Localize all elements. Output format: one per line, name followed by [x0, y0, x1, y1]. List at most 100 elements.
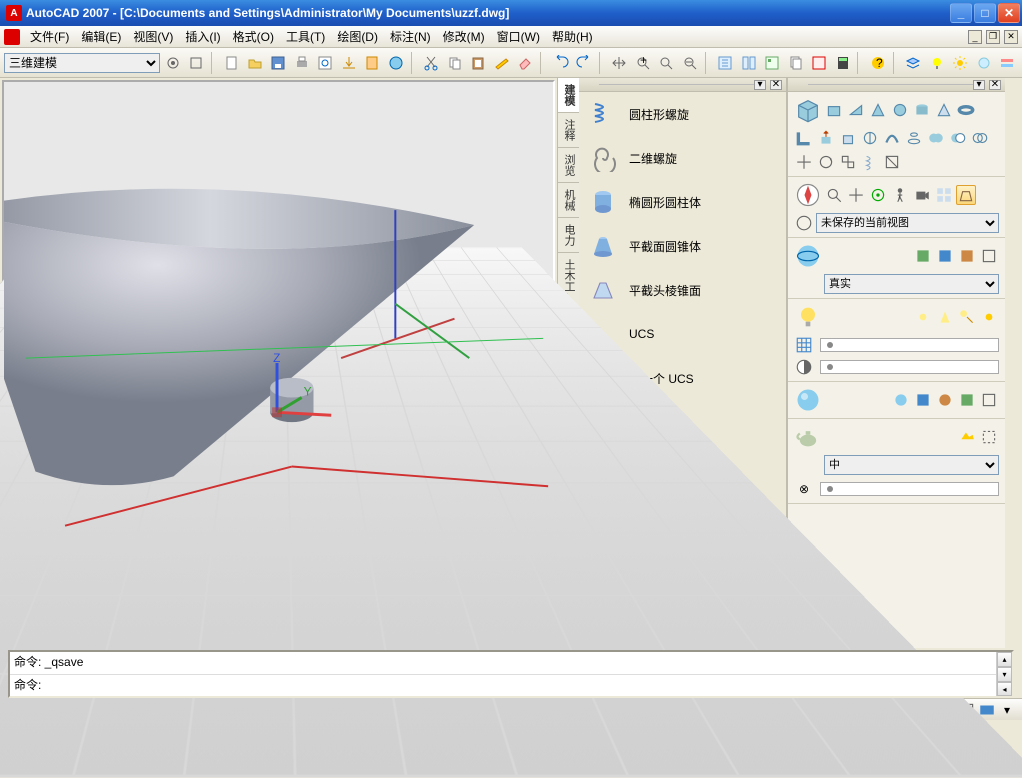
menu-help[interactable]: 帮助(H) [546, 26, 599, 47]
zoom-window-icon[interactable] [656, 52, 677, 74]
properties-icon[interactable] [714, 52, 735, 74]
paste-icon[interactable] [467, 52, 488, 74]
copy-icon[interactable] [444, 52, 465, 74]
command-scrollbar[interactable]: ▴▾◂ [996, 652, 1012, 696]
sheet-icon[interactable] [362, 52, 383, 74]
brightness-slider[interactable] [820, 338, 999, 352]
render-cancel-icon[interactable]: ⊗ [794, 479, 814, 499]
drawing-viewport[interactable]: Z Y [2, 80, 555, 646]
revolve-icon[interactable] [860, 128, 880, 148]
palette-item-frustum-cone[interactable]: 平截面圆锥体 [579, 224, 786, 268]
redo-icon[interactable] [573, 52, 594, 74]
menu-file[interactable]: 文件(F) [24, 26, 75, 47]
intersect-icon[interactable] [970, 128, 990, 148]
torus-icon[interactable] [956, 100, 976, 120]
wedge-icon[interactable] [846, 100, 866, 120]
camera-icon[interactable] [912, 185, 932, 205]
materials-icon[interactable] [794, 386, 822, 414]
minimize-button[interactable]: _ [950, 3, 972, 23]
mat1-icon[interactable] [891, 390, 911, 410]
union-icon[interactable] [926, 128, 946, 148]
command-window[interactable]: 命令: _qsave 命令: ▴▾◂ [8, 650, 1014, 698]
helix-small-icon[interactable] [860, 152, 880, 172]
cylinder-shape-icon[interactable] [912, 100, 932, 120]
workspace-select[interactable]: 三维建模 [4, 53, 160, 73]
vs1-icon[interactable] [913, 246, 933, 266]
menu-edit[interactable]: 编辑(E) [75, 26, 127, 47]
light-icon[interactable] [794, 303, 822, 331]
mdi-minimize-button[interactable]: _ [968, 30, 982, 44]
tab-electrical[interactable]: 电力 [558, 218, 579, 253]
polysolid-icon[interactable] [794, 128, 814, 148]
distant-light-icon[interactable] [957, 307, 977, 327]
mat5-icon[interactable] [979, 390, 999, 410]
zoom-nav-icon[interactable] [824, 185, 844, 205]
vs2-icon[interactable] [935, 246, 955, 266]
menu-view[interactable]: 视图(V) [127, 26, 179, 47]
menu-dim[interactable]: 标注(N) [384, 26, 437, 47]
dashboard-arrow-icon[interactable]: ▾ [973, 80, 985, 90]
extrude-icon[interactable] [816, 128, 836, 148]
sweep-icon[interactable] [882, 128, 902, 148]
sheetset-icon[interactable] [785, 52, 806, 74]
zoom-previous-icon[interactable] [679, 52, 700, 74]
vs3-icon[interactable] [957, 246, 977, 266]
maximize-button[interactable]: □ [974, 3, 996, 23]
visualstyle-icon[interactable] [794, 242, 822, 270]
spot-light-icon[interactable] [935, 307, 955, 327]
new-icon[interactable] [221, 52, 242, 74]
mdi-close-button[interactable]: ✕ [1004, 30, 1018, 44]
compass-icon[interactable] [794, 181, 822, 209]
orbit-icon[interactable] [868, 185, 888, 205]
pan-nav-icon[interactable] [846, 185, 866, 205]
layerprops-icon[interactable] [997, 52, 1018, 74]
undo-icon[interactable] [550, 52, 571, 74]
save-icon[interactable] [268, 52, 289, 74]
markup-icon[interactable] [808, 52, 829, 74]
palette-item-frustum-pyramid[interactable]: 平截头棱锥面 [579, 268, 786, 312]
loft-icon[interactable] [904, 128, 924, 148]
workspace-settings-icon[interactable] [162, 52, 183, 74]
teapot-icon[interactable] [794, 423, 822, 451]
section-icon[interactable] [882, 152, 902, 172]
render-crop-icon[interactable] [979, 427, 999, 447]
palette-item-spiral[interactable]: 二维螺旋 [579, 136, 786, 180]
dashboard-header[interactable]: ✕ ▾ [788, 78, 1005, 92]
cut-icon[interactable] [421, 52, 442, 74]
palette-header[interactable]: ✕ ▾ [579, 78, 786, 92]
layer-icon[interactable] [903, 52, 924, 74]
sun-icon[interactable] [950, 52, 971, 74]
point-light-icon[interactable] [913, 307, 933, 327]
tab-annotate[interactable]: 注释 [558, 113, 579, 148]
globe-icon[interactable] [385, 52, 406, 74]
perspective-icon[interactable] [956, 185, 976, 205]
menu-tools[interactable]: 工具(T) [280, 26, 331, 47]
command-prompt[interactable]: 命令: [10, 674, 1012, 697]
zoom-realtime-icon[interactable]: + [632, 52, 653, 74]
palette-close-icon[interactable]: ✕ [770, 80, 782, 90]
cone-shape-icon[interactable] [868, 100, 888, 120]
print-icon[interactable] [291, 52, 312, 74]
render-preset-select[interactable]: 中 [824, 455, 999, 475]
palette-arrow-icon[interactable]: ▾ [754, 80, 766, 90]
contrast-slider[interactable] [820, 360, 999, 374]
toolpalette-icon[interactable] [761, 52, 782, 74]
palette-item-cylinder[interactable]: 椭圆形圆柱体 [579, 180, 786, 224]
sphere-icon[interactable] [890, 100, 910, 120]
mdi-restore-button[interactable]: ❐ [986, 30, 1000, 44]
menu-modify[interactable]: 修改(M) [437, 26, 491, 47]
3dmove-icon[interactable] [794, 152, 814, 172]
saved-view-select[interactable]: 未保存的当前视图 [816, 213, 999, 233]
visual-style-select[interactable]: 真实 [824, 274, 999, 294]
close-button[interactable]: ✕ [998, 3, 1020, 23]
menu-window[interactable]: 窗口(W) [491, 26, 546, 47]
plot-preview-icon[interactable] [315, 52, 336, 74]
eraser-icon[interactable] [514, 52, 535, 74]
workspace-lock-icon[interactable] [185, 52, 206, 74]
subtract-icon[interactable] [948, 128, 968, 148]
mat3-icon[interactable] [935, 390, 955, 410]
freeze-icon[interactable] [973, 52, 994, 74]
3drotate-icon[interactable] [816, 152, 836, 172]
light-on-icon[interactable] [926, 52, 947, 74]
box-shape-icon[interactable] [824, 100, 844, 120]
